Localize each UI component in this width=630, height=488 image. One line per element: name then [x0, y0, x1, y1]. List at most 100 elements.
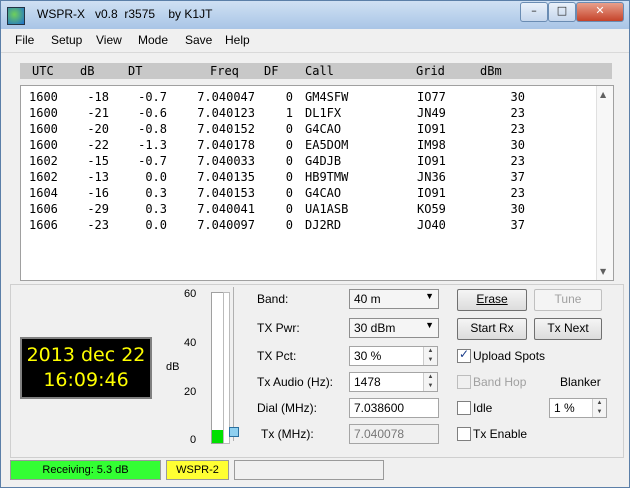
table-cell: -23	[87, 218, 109, 232]
table-row[interactable]: 1600 -18 -0.7 7.040047 0 GM4SFW IO77 30	[21, 90, 597, 106]
close-button[interactable]: ✕	[576, 2, 624, 22]
band-hop-checkbox	[457, 375, 471, 389]
table-cell: 1606	[29, 202, 58, 216]
table-cell: -22	[87, 138, 109, 152]
main-window: WSPR-X v0.8 r3575 by K1JT – □ ✕ File Set…	[0, 0, 630, 488]
menu-view[interactable]: View	[96, 33, 122, 47]
blanker-spinbox[interactable]: 1 % ▲ ▼	[549, 398, 607, 418]
menu-help[interactable]: Help	[225, 33, 250, 47]
txaudio-spinbox[interactable]: 1478 ▲ ▼	[349, 372, 438, 392]
idle-label: Idle	[473, 401, 493, 415]
meter-unit: dB	[166, 361, 180, 373]
dial-input[interactable]: 7.038600	[349, 398, 439, 418]
band-select[interactable]: 40 m ▼	[349, 289, 439, 309]
txpwr-label: TX Pwr:	[257, 321, 300, 335]
txpwr-value: 30 dBm	[354, 321, 396, 335]
upload-spots-label: Upload Spots	[473, 349, 546, 363]
table-cell: 7.040135	[197, 170, 255, 184]
spin-up-icon[interactable]: ▲	[593, 399, 606, 408]
table-cell: 23	[510, 122, 525, 136]
tx-enable-checkbox[interactable]	[457, 427, 471, 441]
table-cell: 7.040123	[197, 106, 255, 120]
blanker-spin-buttons[interactable]: ▲ ▼	[592, 399, 606, 417]
table-cell: G4DJB	[305, 154, 342, 168]
spin-down-icon[interactable]: ▼	[424, 382, 437, 391]
table-row[interactable]: 1602 -15 -0.7 7.040033 0 G4DJB IO91 23	[21, 154, 597, 170]
spin-up-icon[interactable]: ▲	[424, 373, 437, 382]
table-cell: 30	[510, 90, 525, 104]
menu-mode[interactable]: Mode	[138, 33, 168, 47]
txpct-spin-buttons[interactable]: ▲ ▼	[423, 347, 437, 365]
txpct-spinbox[interactable]: 30 % ▲ ▼	[349, 346, 438, 366]
table-cell: JN49	[417, 106, 446, 120]
menu-save[interactable]: Save	[185, 33, 212, 47]
header-grid: Grid	[416, 64, 445, 78]
header-freq: Freq	[210, 64, 239, 78]
receiving-status: Receiving: 5.3 dB	[10, 460, 161, 480]
start-rx-button[interactable]: Start Rx	[457, 318, 527, 340]
tx-freq-input: 7.040078	[349, 424, 439, 444]
window-title: WSPR-X v0.8 r3575 by K1JT	[37, 7, 213, 21]
dial-value: 7.038600	[354, 401, 405, 415]
rx-gain-slider-handle[interactable]	[229, 427, 239, 437]
tune-button[interactable]: Tune	[534, 289, 602, 311]
spin-up-icon[interactable]: ▲	[424, 347, 437, 356]
table-cell: 1	[285, 106, 293, 120]
spin-down-icon[interactable]: ▼	[424, 356, 437, 365]
minimize-button[interactable]: –	[520, 2, 548, 22]
decode-list[interactable]: 1600 -18 -0.7 7.040047 0 GM4SFW IO77 30 1600 -21 -…	[20, 85, 614, 281]
upload-spots-checkbox[interactable]	[457, 347, 471, 363]
table-row[interactable]: 1604 -16 0.3 7.040153 0 G4CAO IO91 23	[21, 186, 597, 202]
meter-scale-0: 0	[190, 434, 197, 446]
txaudio-spin-buttons[interactable]: ▲ ▼	[423, 373, 437, 391]
table-cell: 1604	[29, 186, 58, 200]
table-cell: UA1ASB	[305, 202, 349, 216]
header-dbm: dBm	[480, 64, 502, 78]
meter-scale-20: 20	[184, 386, 197, 398]
dial-label: Dial (MHz):	[257, 401, 317, 415]
table-cell: -21	[87, 106, 109, 120]
table-cell: 0	[285, 186, 293, 200]
txpwr-select[interactable]: 30 dBm ▼	[349, 318, 439, 338]
header-dt: DT	[128, 64, 143, 78]
decode-scrollbar[interactable]: ▲ ▼	[596, 86, 613, 280]
table-cell: 1602	[29, 154, 58, 168]
table-cell: 7.040047	[197, 90, 255, 104]
table-cell: -0.8	[138, 122, 167, 136]
menu-setup[interactable]: Setup	[51, 33, 82, 47]
table-cell: 7.040152	[197, 122, 255, 136]
menu-file[interactable]: File	[15, 33, 34, 47]
table-cell: 37	[510, 218, 525, 232]
scroll-down-icon[interactable]: ▼	[600, 267, 606, 276]
table-cell: 0	[285, 154, 293, 168]
erase-button[interactable]: Erase	[457, 289, 527, 311]
scroll-up-icon[interactable]: ▲	[600, 90, 606, 99]
tx-next-button[interactable]: Tx Next	[534, 318, 602, 340]
txpct-value: 30 %	[354, 349, 382, 363]
table-row[interactable]: 1600 -22 -1.3 7.040178 0 EA5DOM IM98 30	[21, 138, 597, 154]
rx-gain-slider-track[interactable]	[233, 287, 234, 441]
tx-freq-label: Tx (MHz):	[261, 427, 314, 441]
table-cell: 0	[285, 170, 293, 184]
mode-status: WSPR-2	[166, 460, 229, 480]
maximize-button[interactable]: □	[548, 2, 576, 22]
header-df: DF	[264, 64, 279, 78]
idle-checkbox[interactable]	[457, 401, 471, 415]
table-cell: 1606	[29, 218, 58, 232]
table-row[interactable]: 1600 -20 -0.8 7.040152 0 G4CAO IO91 23	[21, 122, 597, 138]
table-row[interactable]: 1602 -13 0.0 7.040135 0 HB9TMW JN36 37	[21, 170, 597, 186]
spin-down-icon[interactable]: ▼	[593, 408, 606, 417]
table-cell: 1602	[29, 170, 58, 184]
table-row[interactable]: 1600 -21 -0.6 7.040123 1 DL1FX JN49 23	[21, 106, 597, 122]
table-cell: 0.0	[145, 218, 167, 232]
table-cell: KO59	[417, 202, 446, 216]
txaudio-value: 1478	[354, 375, 381, 389]
wspr-app-icon	[7, 7, 25, 25]
table-cell: 0	[285, 202, 293, 216]
meter-scale-40: 40	[184, 337, 197, 349]
table-row[interactable]: 1606 -29 0.3 7.040041 0 UA1ASB KO59 30	[21, 202, 597, 218]
table-cell: IM98	[417, 138, 446, 152]
table-cell: 0.3	[145, 186, 167, 200]
table-row[interactable]: 1606 -23 0.0 7.040097 0 DJ2RD JO40 37	[21, 218, 597, 234]
table-cell: 7.040033	[197, 154, 255, 168]
